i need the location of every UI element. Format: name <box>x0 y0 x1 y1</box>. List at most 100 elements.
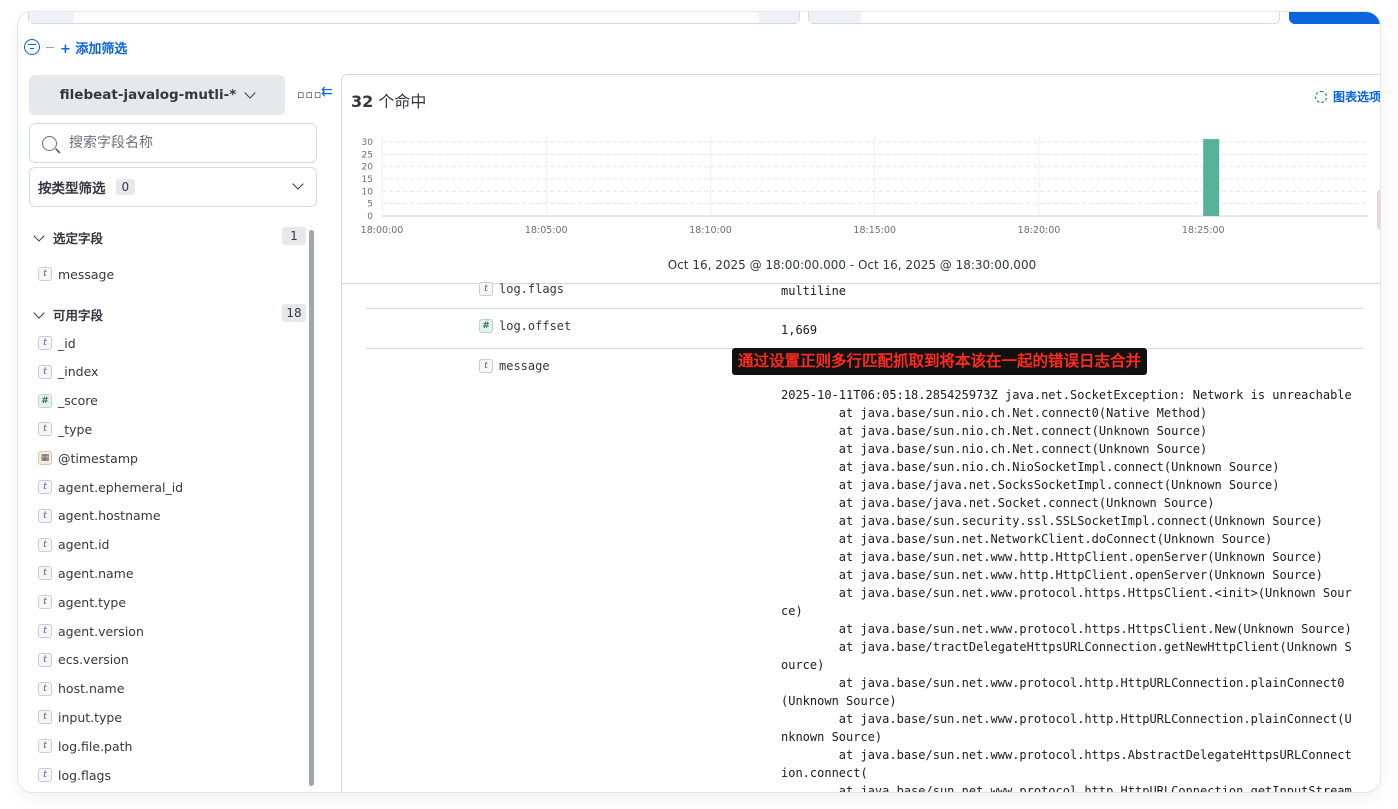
field-name: ecs.version <box>58 652 129 668</box>
field-name: agent.id <box>58 537 110 553</box>
y-tick-label: 20 <box>362 163 374 173</box>
string-type-icon: t <box>479 282 493 296</box>
string-type-icon: t <box>38 624 52 638</box>
string-type-icon: t <box>38 336 52 350</box>
available-fields-count: 18 <box>282 304 306 322</box>
chevron-down-icon <box>244 87 256 99</box>
string-type-icon: t <box>38 768 52 782</box>
string-type-icon: t <box>38 480 52 494</box>
field-item[interactable]: t _id <box>38 333 76 353</box>
field-item[interactable]: t agent.type <box>38 592 126 612</box>
results-panel: 32 个命中 图表选项 0 5 10 15 20 25 30 18:00:00 18:05:00… <box>341 74 1380 792</box>
field-item[interactable]: t agent.ephemeral_id <box>38 477 183 497</box>
field-name: agent.name <box>58 565 134 581</box>
string-type-icon: t <box>38 739 52 754</box>
doc-field-label: log.offset <box>499 319 572 333</box>
selected-fields-title: 选定字段 <box>53 231 104 246</box>
field-item[interactable]: t ecs.version <box>38 650 129 670</box>
string-type-icon: t <box>38 537 52 552</box>
histogram-chart[interactable]: 0 5 10 15 20 25 30 18:00:00 18:05:00 18:10:00 18:1… <box>342 130 1380 255</box>
chevron-down-icon <box>33 306 45 319</box>
doc-field-name[interactable]: t message <box>479 359 550 373</box>
doc-field-name[interactable]: # log.offset <box>479 319 571 333</box>
y-tick-label: 25 <box>362 150 373 160</box>
chevron-down-icon <box>292 178 304 190</box>
field-name: @timestamp <box>58 450 138 466</box>
field-name: agent.type <box>58 594 127 610</box>
calendar-icon: ▦ <box>38 451 52 466</box>
number-type-icon: # <box>479 319 493 333</box>
field-item[interactable]: t message <box>38 264 114 284</box>
x-tick-label: 18:10:00 <box>689 225 732 236</box>
add-filter-button[interactable]: + 添加筛选 <box>60 38 127 57</box>
time-range-label: Oct 16, 2025 @ 18:00:00.000 - Oct 16, 20… <box>667 258 1037 272</box>
histogram-bar <box>1203 139 1220 216</box>
doc-field-name[interactable]: t log.flags <box>479 282 564 296</box>
field-item[interactable]: # _score <box>38 391 98 411</box>
string-type-icon: t <box>38 595 52 610</box>
doc-field-value: 1,669 <box>781 323 818 337</box>
y-tick-label: 15 <box>362 175 373 185</box>
filter-icon[interactable] <box>24 39 40 55</box>
field-item[interactable]: t host.name <box>38 679 124 699</box>
chart-options-label: 图表选项 <box>1332 90 1380 104</box>
field-name: log.flags <box>58 767 112 783</box>
filter-divider <box>46 46 54 48</box>
index-pattern-selector[interactable]: filebeat-javalog-mutli-* <box>29 75 285 115</box>
string-type-icon: t <box>38 652 52 667</box>
field-name: input.type <box>58 709 123 725</box>
chart-options-button[interactable]: 图表选项 <box>1314 88 1380 105</box>
field-search[interactable] <box>29 123 317 163</box>
available-fields-title: 可用字段 <box>53 308 104 323</box>
y-tick-label: 10 <box>362 187 374 197</box>
x-tick-label: 18:25:00 <box>1182 225 1225 236</box>
collapse-sidebar-icon[interactable]: ⇇ <box>321 84 333 100</box>
string-type-icon: t <box>38 566 52 581</box>
field-item[interactable]: t _type <box>38 419 92 439</box>
string-type-icon: t <box>38 267 52 281</box>
field-item[interactable]: t agent.version <box>38 621 144 641</box>
type-filter-dropdown[interactable]: 按类型筛选 0 <box>29 167 317 207</box>
field-name: _index <box>58 364 99 380</box>
filter-bar: + 添加筛选 <box>24 36 127 58</box>
field-item[interactable]: t log.flags <box>38 765 111 785</box>
field-search-input[interactable] <box>69 135 289 151</box>
field-item[interactable]: t log.file.path <box>38 736 132 756</box>
available-fields-header[interactable]: 可用字段 <box>33 305 104 324</box>
sidebar-scrollbar[interactable] <box>309 230 314 786</box>
hits-number: 32 <box>351 92 374 111</box>
field-item[interactable]: t agent.name <box>38 563 134 583</box>
query-bar <box>18 12 1380 25</box>
x-tick-label: 18:20:00 <box>1018 225 1061 236</box>
field-item[interactable]: t agent.id <box>38 535 110 555</box>
more-options-icon[interactable]: ▫▫▫ <box>297 88 322 101</box>
refresh-button[interactable] <box>1289 12 1380 24</box>
field-item[interactable]: t agent.hostname <box>38 506 161 526</box>
field-name: agent.ephemeral_id <box>58 479 184 495</box>
message-value: 2025-10-11T06:05:18.285425973Z java.net.… <box>781 388 1352 792</box>
doc-field-value: multiline <box>781 284 847 298</box>
string-type-icon: t <box>38 364 52 379</box>
search-icon <box>42 135 57 151</box>
field-name: host.name <box>58 681 125 697</box>
field-name: agent.hostname <box>58 508 161 524</box>
query-input[interactable] <box>28 12 800 24</box>
field-item[interactable]: t _index <box>38 362 98 382</box>
hits-label: 个命中 <box>373 92 427 111</box>
y-tick-label: 0 <box>367 212 373 222</box>
selected-fields-header[interactable]: 选定字段 <box>33 228 104 247</box>
x-tick-label: 18:05:00 <box>525 225 568 236</box>
app-window: + 添加筛选 filebeat-javalog-mutli-* ▫▫▫ ⇇ 按类… <box>18 12 1380 792</box>
doc-field-row: # log.offset 1,669 <box>366 309 1363 349</box>
field-name: agent.version <box>58 623 144 639</box>
index-pattern-label: filebeat-javalog-mutli-* <box>59 87 237 103</box>
doc-field-row: t log.flags multiline <box>366 282 1363 309</box>
field-name: message <box>58 266 115 282</box>
string-type-icon: t <box>479 359 493 373</box>
field-item[interactable]: ▦ @timestamp <box>38 448 138 468</box>
number-type-icon: # <box>38 393 52 408</box>
type-filter-label: 按类型筛选 <box>38 181 106 197</box>
field-item[interactable]: t input.type <box>38 707 122 727</box>
annotation-label: 通过设置正则多行匹配抓取到将本该在一起的错误日志合并 <box>732 348 1148 375</box>
date-picker[interactable] <box>808 12 1280 24</box>
